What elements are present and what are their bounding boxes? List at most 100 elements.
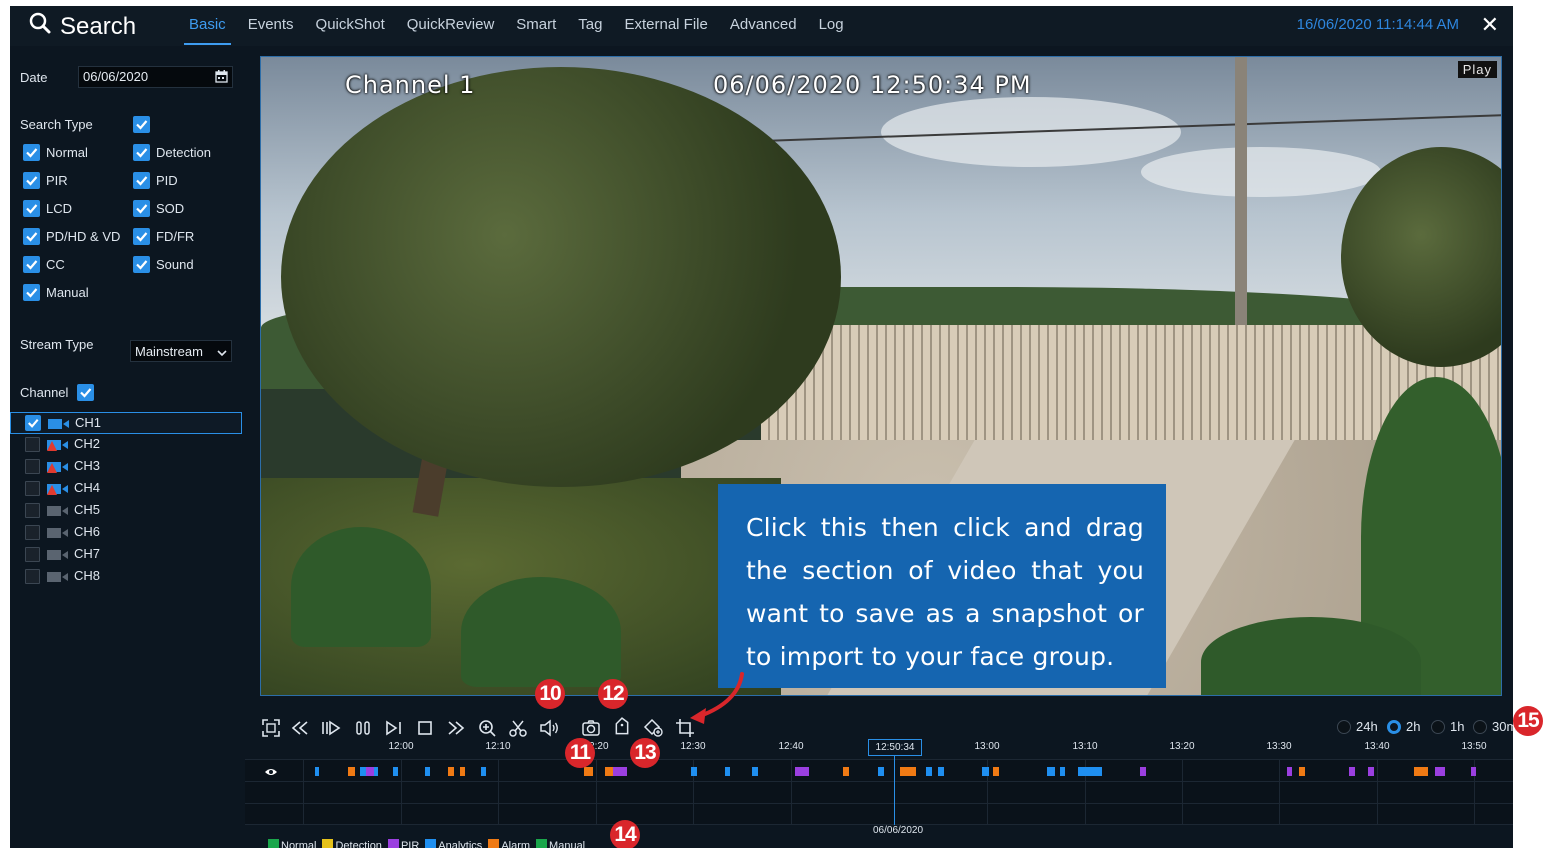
channel-row-ch1[interactable]: CH1 [10,412,242,434]
custom-tag-icon[interactable] [642,717,664,739]
checkbox-manual[interactable] [23,284,40,301]
channel-row-ch7[interactable]: CH7 [10,544,242,566]
date-field[interactable]: 06/06/2020 [78,66,233,88]
fullscreen-icon[interactable] [260,717,282,739]
audio-icon[interactable] [538,717,560,739]
stream-type-select[interactable]: Mainstream [130,340,232,362]
zoom-icon[interactable] [476,717,498,739]
recording-segment-analytics[interactable] [1047,767,1055,776]
tab-log[interactable]: Log [808,6,855,46]
checkbox-fd-fr[interactable] [133,228,150,245]
recording-segment-pir[interactable] [1435,767,1445,776]
recording-segment-analytics[interactable] [982,767,989,776]
tab-events[interactable]: Events [237,6,305,46]
checkbox-pir[interactable] [23,172,40,189]
radio-24h[interactable] [1337,719,1351,734]
recording-segment-analytics[interactable] [1078,767,1088,776]
recording-segment-analytics[interactable] [481,767,486,776]
checkbox-ch5[interactable] [25,503,40,518]
recording-segment-alarm[interactable] [605,767,613,776]
eye-icon[interactable] [264,765,278,777]
tab-external-file[interactable]: External File [613,6,718,46]
recording-segment-alarm[interactable] [348,767,355,776]
checkbox-sod[interactable] [133,200,150,217]
recording-segment-analytics[interactable] [393,767,398,776]
recording-segment-analytics[interactable] [878,767,884,776]
tab-advanced[interactable]: Advanced [719,6,808,46]
recording-segment-alarm[interactable] [843,767,849,776]
stop-icon[interactable] [414,717,436,739]
recording-segment-alarm[interactable] [1414,767,1428,776]
timeline[interactable]: 12:00 12:10 12:20 12:30 12:40 12:50:34 1… [245,739,1513,848]
range-24h[interactable]: 24h [1337,719,1378,734]
range-1h[interactable]: 1h [1431,719,1464,734]
channel-row-ch6[interactable]: CH6 [10,522,242,544]
tab-quickreview[interactable]: QuickReview [396,6,506,46]
recording-segment-alarm[interactable] [900,767,916,776]
tab-basic[interactable]: Basic [178,6,237,46]
checkbox-ch6[interactable] [25,525,40,540]
checkbox-ch1[interactable] [25,415,41,431]
recording-segment-analytics[interactable] [725,767,730,776]
channel-row-ch3[interactable]: CH3 [10,456,242,478]
checkbox-ch4[interactable] [25,481,40,496]
checkbox-pid[interactable] [133,172,150,189]
recording-segment-alarm[interactable] [448,767,454,776]
range-2h[interactable]: 2h [1387,719,1420,734]
clip-icon[interactable] [507,717,529,739]
recording-segment-pir[interactable] [1349,767,1355,776]
close-button[interactable]: ✕ [1481,14,1499,36]
recording-segment-analytics[interactable] [691,767,697,776]
recording-segment-analytics[interactable] [752,767,758,776]
recording-segment-pir[interactable] [1287,767,1292,776]
recording-segment-analytics[interactable] [374,767,378,776]
rewind-icon[interactable] [289,717,311,739]
checkbox-detection[interactable] [133,144,150,161]
recording-segment-pir[interactable] [613,767,627,776]
playhead[interactable] [894,756,895,825]
radio-1h[interactable] [1431,719,1445,734]
checkbox-sound[interactable] [133,256,150,273]
recording-segment-pir[interactable] [1140,767,1146,776]
tag-icon[interactable] [611,717,633,739]
recording-segment-alarm[interactable] [993,767,999,776]
checkbox-ch2[interactable] [25,437,40,452]
recording-segment-analytics[interactable] [938,767,944,776]
checkbox-cc[interactable] [23,256,40,273]
checkbox-ch7[interactable] [25,547,40,562]
recording-segment-analytics[interactable] [1060,767,1065,776]
checkbox-pd-hd-vd[interactable] [23,228,40,245]
checkbox-ch8[interactable] [25,569,40,584]
channel-all-checkbox[interactable] [77,384,94,401]
recording-segment-alarm[interactable] [584,767,593,776]
recording-segment-analytics[interactable] [425,767,430,776]
recording-segment-pir[interactable] [795,767,809,776]
snapshot-icon[interactable] [580,717,602,739]
recording-segment-pir[interactable] [1368,767,1374,776]
checkbox-normal[interactable] [23,144,40,161]
radio-30m[interactable] [1473,719,1487,734]
calendar-icon[interactable] [215,70,228,83]
pause-icon[interactable] [352,717,374,739]
tab-tag[interactable]: Tag [567,6,613,46]
channel-row-ch4[interactable]: CH4 [10,478,242,500]
recording-segment-analytics[interactable] [315,767,319,776]
recording-segment-analytics[interactable] [926,767,932,776]
recording-segment-alarm[interactable] [1299,767,1305,776]
channel-row-ch2[interactable]: CH2 [10,434,242,456]
channel-row-ch8[interactable]: CH8 [10,566,242,588]
step-frame-icon[interactable] [383,717,405,739]
range-30m[interactable]: 30m [1473,719,1517,734]
fast-forward-icon[interactable] [445,717,467,739]
slow-play-icon[interactable] [320,717,342,739]
radio-2h[interactable] [1387,719,1401,734]
recording-segment-pir[interactable] [366,767,374,776]
search-type-all-checkbox[interactable] [133,116,150,133]
checkbox-lcd[interactable] [23,200,40,217]
recording-segment-pir[interactable] [1471,767,1476,776]
recording-segment-alarm[interactable] [460,767,465,776]
channel-row-ch5[interactable]: CH5 [10,500,242,522]
tab-quickshot[interactable]: QuickShot [305,6,396,46]
tab-smart[interactable]: Smart [505,6,567,46]
recording-segment-analytics[interactable] [1088,767,1102,776]
